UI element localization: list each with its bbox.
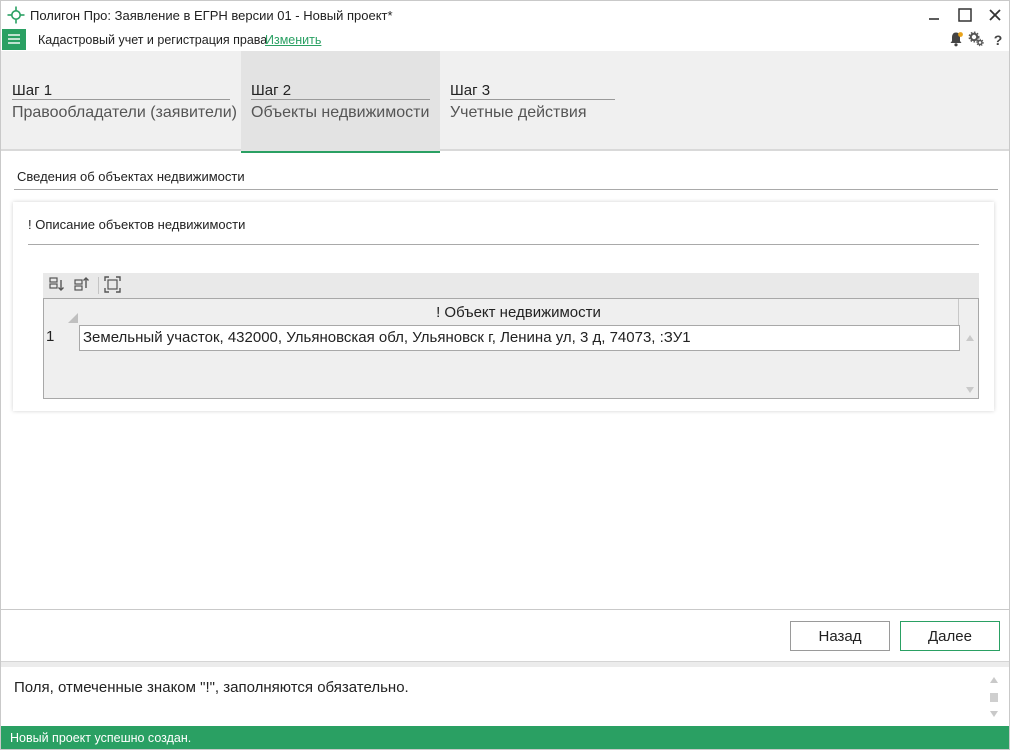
- window-title: Полигон Про: Заявление в ЕГРН версии 01 …: [30, 8, 393, 23]
- objects-panel: ! Описание объектов недвижимости ! Объек…: [13, 202, 994, 411]
- next-button[interactable]: Далее: [900, 621, 1000, 651]
- panel-title: ! Описание объектов недвижимости: [28, 217, 246, 232]
- section-title: Сведения об объектах недвижимости: [17, 169, 245, 184]
- step-1-number: Шаг 1: [12, 82, 53, 99]
- settings-button[interactable]: [967, 30, 985, 50]
- hint-scrollbar[interactable]: [987, 675, 1001, 719]
- toolbar-separator: [98, 277, 99, 294]
- close-button[interactable]: [980, 3, 1010, 27]
- insert-row-above-icon: [74, 276, 90, 295]
- step-2-divider: [251, 99, 430, 100]
- scroll-down-icon[interactable]: [965, 383, 975, 393]
- close-icon: [989, 9, 1001, 21]
- step-3-number: Шаг 3: [450, 82, 491, 99]
- app-window: Полигон Про: Заявление в ЕГРН версии 01 …: [0, 0, 1010, 750]
- hamburger-menu-icon: [8, 32, 20, 47]
- expand-editor-icon: [103, 275, 121, 296]
- step-1-title: Правообладатели (заявители): [12, 104, 237, 121]
- top-toolbar: Кадастровый учет и регистрация права Изм…: [1, 29, 1009, 51]
- expand-editor-button[interactable]: [102, 275, 122, 296]
- insert-row-below-icon: [49, 276, 65, 295]
- step-1-divider: [12, 99, 230, 100]
- step-2-title: Объекты недвижимости: [251, 104, 430, 121]
- row-number: 1: [46, 328, 55, 345]
- minimize-icon: [928, 9, 940, 21]
- status-text: Новый проект успешно создан.: [10, 731, 192, 745]
- step-3-title: Учетные действия: [450, 104, 587, 121]
- wizard-steps: Шаг 1 Правообладатели (заявители) Шаг 2 …: [1, 51, 1009, 153]
- hint-box: Поля, отмеченные знаком "!", заполняются…: [1, 667, 1009, 725]
- step-3-divider: [450, 99, 615, 100]
- back-button[interactable]: Назад: [790, 621, 890, 651]
- maximize-icon: [958, 8, 972, 22]
- title-bar: Полигон Про: Заявление в ЕГРН версии 01 …: [1, 1, 1009, 29]
- insert-row-above-button[interactable]: [72, 276, 92, 295]
- panel-divider: [28, 244, 979, 245]
- notifications-button[interactable]: [947, 31, 965, 49]
- step-3-tab[interactable]: Шаг 3 Учетные действия: [440, 51, 630, 151]
- crosshair-logo-icon: [7, 6, 25, 24]
- hint-text: Поля, отмеченные знаком "!", заполняются…: [14, 679, 409, 696]
- step-2-tab[interactable]: Шаг 2 Объекты недвижимости: [241, 51, 440, 153]
- grid-corner: [44, 299, 79, 325]
- insert-row-below-button[interactable]: [47, 276, 67, 295]
- footer-divider: [1, 609, 1009, 610]
- gears-icon: [968, 30, 984, 50]
- objects-grid: ! Объект недвижимости 1 Земельный участо…: [43, 298, 979, 399]
- help-button[interactable]: ?: [989, 31, 1007, 49]
- mode-label: Кадастровый учет и регистрация права: [38, 33, 268, 47]
- grid-toolbar: [43, 273, 979, 298]
- step-2-number: Шаг 2: [251, 82, 292, 99]
- main-menu-button[interactable]: [2, 29, 26, 50]
- section-divider: [14, 189, 998, 190]
- object-cell[interactable]: Земельный участок, 432000, Ульяновская о…: [79, 325, 960, 351]
- bell-icon: [948, 31, 964, 50]
- scroll-up-icon[interactable]: [965, 331, 975, 341]
- minimize-button[interactable]: [919, 3, 949, 27]
- change-mode-link[interactable]: Изменить: [265, 33, 321, 47]
- step-1-tab[interactable]: Шаг 1 Правообладатели (заявители): [1, 51, 241, 151]
- maximize-button[interactable]: [950, 3, 980, 27]
- help-icon: ?: [993, 32, 1003, 48]
- status-bar: Новый проект успешно создан.: [1, 726, 1009, 749]
- column-header-object[interactable]: ! Объект недвижимости: [79, 299, 959, 325]
